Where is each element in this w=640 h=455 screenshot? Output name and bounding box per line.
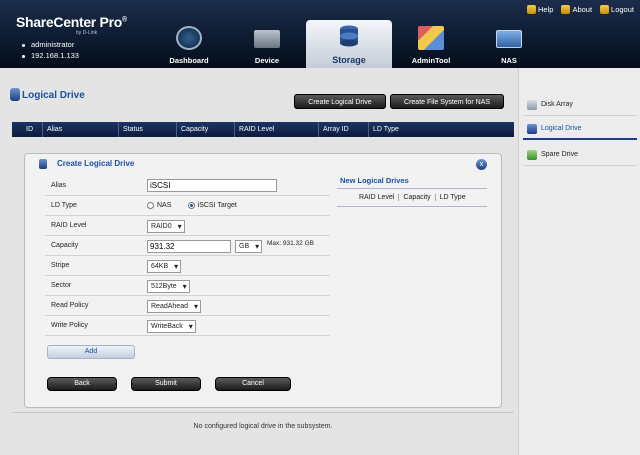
raid-level-select[interactable]: RAID0	[147, 220, 185, 233]
help-icon	[527, 5, 536, 14]
new-col-raid-level: RAID Level	[359, 194, 395, 201]
row-ld-type: LD Type NAS iSCSI Target	[45, 196, 330, 216]
app-header: ShareCenter Pro® by D-Link administrator…	[0, 0, 640, 68]
capacity-unit-select[interactable]: GB	[235, 240, 263, 253]
device-ip: 192.168.1.133	[22, 51, 79, 60]
tab-admintool[interactable]: AdminTool	[392, 22, 470, 68]
logical-drive-icon	[10, 88, 20, 101]
column-alias[interactable]: Alias	[42, 122, 118, 137]
column-array-id[interactable]: Array ID	[318, 122, 368, 137]
tab-storage[interactable]: Storage	[306, 20, 392, 68]
write-policy-select[interactable]: WriteBack	[147, 320, 196, 333]
new-col-capacity: Capacity	[398, 194, 434, 201]
logical-drive-table-header: ID Alias Status Capacity RAID Level Arra…	[12, 122, 514, 137]
column-raid-level[interactable]: RAID Level	[234, 122, 318, 137]
user-name: administrator	[22, 40, 74, 49]
sidebar-item-logical-drive[interactable]: Logical Drive	[523, 118, 637, 140]
disk-array-icon	[527, 100, 537, 110]
admintool-icon	[418, 26, 444, 50]
row-sector: Sector 512Byte	[45, 276, 330, 296]
about-icon	[561, 5, 571, 14]
main-nav: Dashboard Device Storage AdminTool NAS	[150, 20, 548, 68]
spare-drive-icon	[527, 150, 537, 160]
device-icon	[254, 30, 280, 48]
capacity-max-label: Max: 931.32 GB	[267, 240, 314, 247]
row-write-policy: Write Policy WriteBack	[45, 316, 330, 336]
help-link[interactable]: Help	[527, 5, 553, 14]
create-logical-drive-dialog: Create Logical Drive x Alias LD Type NAS…	[24, 153, 502, 408]
dialog-drive-icon	[39, 159, 47, 169]
create-file-system-button[interactable]: Create File System for NAS	[390, 94, 504, 109]
sidebar-item-spare-drive[interactable]: Spare Drive	[523, 144, 637, 166]
add-button[interactable]: Add	[47, 345, 135, 359]
tab-device[interactable]: Device	[228, 22, 306, 68]
ld-type-nas-radio[interactable]	[147, 202, 154, 210]
nas-monitor-icon	[496, 30, 522, 48]
back-button[interactable]: Back	[47, 377, 117, 391]
brand-logo: ShareCenter Pro®	[16, 14, 127, 30]
top-links: Help About Logout	[527, 5, 634, 14]
column-id[interactable]: ID	[12, 122, 42, 137]
column-ld-type[interactable]: LD Type	[368, 122, 428, 137]
about-link[interactable]: About	[561, 5, 592, 14]
storage-sidebar: Disk Array Logical Drive Spare Drive	[518, 68, 640, 455]
new-logical-drives-panel: New Logical Drives RAID Level Capacity L…	[337, 166, 489, 321]
alias-input[interactable]	[147, 179, 277, 192]
new-logical-drives-title: New Logical Drives	[340, 176, 409, 185]
dashboard-gauge-icon	[176, 26, 202, 50]
submit-button[interactable]: Submit	[131, 377, 201, 391]
row-read-policy: Read Policy ReadAhead	[45, 296, 330, 316]
create-logical-drive-button[interactable]: Create Logical Drive	[294, 94, 386, 109]
new-drives-table-header: RAID Level Capacity LD Type	[355, 194, 470, 201]
logout-icon	[600, 5, 610, 14]
page-title: Logical Drive	[22, 90, 85, 101]
sidebar-item-disk-array[interactable]: Disk Array	[523, 94, 637, 116]
sector-select[interactable]: 512Byte	[147, 280, 190, 293]
new-col-ld-type: LD Type	[434, 194, 470, 201]
divider	[337, 206, 487, 207]
capacity-input[interactable]	[147, 240, 231, 253]
row-stripe: Stripe 64KB	[45, 256, 330, 276]
dialog-title: Create Logical Drive	[57, 159, 135, 168]
stripe-select[interactable]: 64KB	[147, 260, 182, 273]
empty-table-message: No configured logical drive in the subsy…	[12, 412, 514, 430]
row-capacity: Capacity GB Max: 931.32 GB	[45, 236, 330, 256]
row-raid-level: RAID Level RAID0	[45, 216, 330, 236]
logical-drive-icon	[527, 124, 537, 134]
logout-link[interactable]: Logout	[600, 5, 634, 14]
brand-subtitle: by D-Link	[76, 30, 98, 36]
row-alias: Alias	[45, 176, 330, 196]
tab-dashboard[interactable]: Dashboard	[150, 22, 228, 68]
tab-nas[interactable]: NAS	[470, 22, 548, 68]
ld-type-iscsi-radio[interactable]	[187, 202, 195, 210]
storage-database-icon	[340, 25, 358, 47]
cancel-button[interactable]: Cancel	[215, 377, 291, 391]
divider	[337, 188, 487, 189]
column-capacity[interactable]: Capacity	[176, 122, 234, 137]
read-policy-select[interactable]: ReadAhead	[147, 300, 201, 313]
column-status[interactable]: Status	[118, 122, 176, 137]
